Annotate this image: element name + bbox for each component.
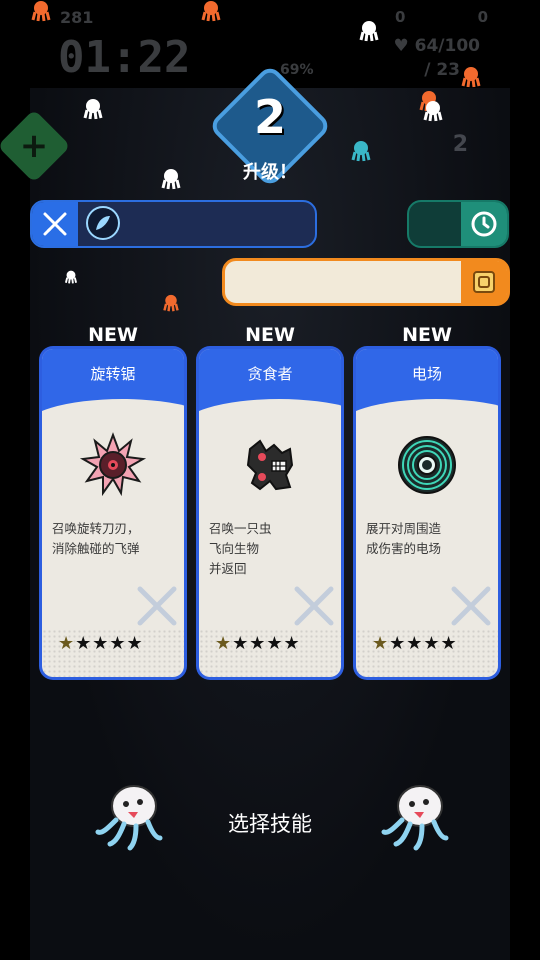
- feather-icon: [96, 216, 110, 230]
- new-badge: NEW: [402, 324, 452, 346]
- spinning-saw-icon: [79, 432, 147, 497]
- level-up-label: 升级！: [243, 162, 297, 183]
- squid-decoration-icon: [201, 1, 221, 22]
- new-badge: NEW: [245, 324, 295, 346]
- coin-counter-b: 0: [477, 8, 488, 26]
- level-number: 2: [253, 90, 286, 144]
- crossed-swords-icon: [294, 586, 334, 626]
- timer-button[interactable]: [407, 200, 509, 248]
- skill-card-devourer[interactable]: 贪食者 召唤一只虫 飞向生物 并返回 ★★★★★: [196, 346, 344, 680]
- slot-number: 2: [452, 132, 468, 157]
- squid-decoration-icon: [64, 270, 78, 284]
- coin-counter-a: 0: [395, 8, 406, 26]
- select-skill-label: 选择技能: [228, 812, 312, 836]
- card-title: 旋转锯: [90, 365, 136, 383]
- octopus-mascot-icon: [95, 785, 163, 851]
- hp-value: 64/100: [414, 36, 480, 56]
- feather-weapon-icon[interactable]: [86, 206, 120, 240]
- octopus-mascot-icon: [381, 785, 449, 851]
- squid-decoration-icon: [163, 294, 179, 312]
- ammo-value: 23: [436, 60, 460, 80]
- squid-decoration-icon: [83, 99, 103, 120]
- progress-percent: 69%: [280, 62, 314, 78]
- star-rating: ★★★★★: [58, 633, 144, 654]
- squid-decoration-icon: [31, 1, 51, 22]
- skill-card-electric-field[interactable]: 电场 展开对周围造 成伤害的电场 ★★★★★: [353, 346, 501, 680]
- squid-decoration-icon: [161, 169, 181, 190]
- game-timer: 01:22: [58, 32, 191, 83]
- squid-decoration-icon: [423, 101, 443, 122]
- card-title: 电场: [411, 365, 442, 383]
- devourer-bug-icon: [246, 439, 294, 491]
- card-title: 贪食者: [247, 365, 293, 383]
- card-description: 召唤一只虫 飞向生物 并返回: [209, 521, 272, 576]
- item-bar: [222, 258, 510, 306]
- squid-decoration-icon: [461, 67, 481, 88]
- squid-decoration-icon: [351, 141, 371, 162]
- crossed-swords-icon: [43, 212, 67, 236]
- card-stack-icon[interactable]: [461, 261, 507, 303]
- clock-icon: [461, 202, 507, 246]
- weapon-bar: [30, 200, 317, 248]
- squid-decoration-icon: [359, 21, 379, 42]
- electric-field-icon: [398, 436, 456, 494]
- star-rating: ★★★★★: [372, 633, 458, 654]
- new-badge: NEW: [88, 324, 138, 346]
- skill-card-spinning-saw[interactable]: 旋转锯 召唤旋转刀刃， 消除触碰的飞弹 ★★★★★: [39, 346, 187, 680]
- ammo-readout: / 23: [424, 60, 460, 80]
- hp-readout: ♥ 64/100: [393, 36, 480, 56]
- plus-icon: +: [19, 126, 49, 166]
- card-description: 召唤旋转刀刃， 消除触碰的飞弹: [52, 521, 140, 556]
- card-description: 展开对周围造 成伤害的电场: [366, 521, 442, 556]
- crossed-swords-icon: [137, 586, 177, 626]
- weapon-slot[interactable]: [32, 202, 78, 246]
- crossed-swords-icon: [451, 586, 491, 626]
- star-rating: ★★★★★: [215, 633, 301, 654]
- kill-count: 281: [60, 8, 94, 27]
